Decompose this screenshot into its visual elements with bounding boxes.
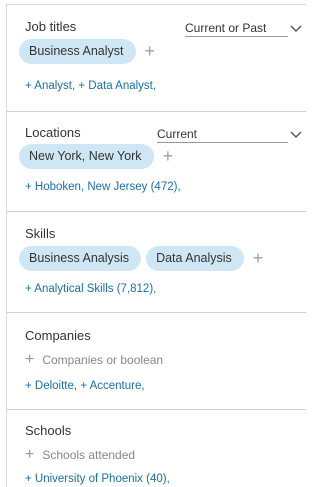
locations-chips: New York, New York +: [19, 144, 173, 169]
companies-placeholder: Companies or boolean: [42, 353, 164, 367]
suggestion-link[interactable]: + Hoboken, New Jersey (472),: [25, 181, 181, 193]
locations-section: Locations Current New York, New York + +…: [7, 112, 306, 212]
locations-heading: Locations: [25, 125, 81, 140]
locations-timeframe-value: Current: [157, 127, 198, 141]
job-titles-suggestions: + Analyst, + Data Analyst,: [25, 80, 156, 92]
job-titles-heading: Job titles: [25, 19, 77, 34]
suggestion-link[interactable]: + Analyst,: [25, 80, 75, 92]
companies-heading: Companies: [25, 328, 91, 343]
suggestion-link[interactable]: + Accenture,: [80, 380, 144, 392]
schools-suggestions: + University of Phoenix (40),: [25, 473, 170, 485]
skills-chips: Business Analysis Data Analysis +: [19, 246, 263, 271]
plus-icon: +: [25, 351, 35, 368]
suggestion-link[interactable]: + University of Phoenix (40),: [25, 473, 170, 485]
companies-input[interactable]: + Companies or boolean: [25, 352, 163, 368]
chevron-down-icon[interactable]: [289, 22, 303, 36]
search-filters-panel: Job titles Current or Past Business Anal…: [6, 4, 306, 487]
job-titles-timeframe-value: Current or Past: [185, 21, 267, 35]
add-skill-icon[interactable]: +: [253, 246, 264, 271]
job-titles-section: Job titles Current or Past Business Anal…: [7, 5, 306, 112]
schools-heading: Schools: [25, 423, 72, 438]
suggestion-link[interactable]: + Data Analyst,: [78, 80, 156, 92]
locations-suggestions: + Hoboken, New Jersey (472),: [25, 181, 181, 193]
schools-input[interactable]: + Schools attended: [25, 447, 135, 463]
chevron-down-icon[interactable]: [289, 128, 303, 142]
job-title-chip[interactable]: Business Analyst: [19, 39, 136, 64]
skills-section: Skills Business Analysis Data Analysis +…: [7, 212, 306, 313]
skills-suggestions: + Analytical Skills (7,812),: [25, 283, 156, 295]
schools-section: Schools + Schools attended + University …: [7, 410, 306, 487]
plus-icon: +: [25, 446, 35, 463]
companies-section: Companies + Companies or boolean + Deloi…: [7, 313, 306, 410]
skills-heading: Skills: [25, 226, 56, 241]
schools-placeholder: Schools attended: [42, 448, 136, 462]
suggestion-link[interactable]: + Analytical Skills (7,812),: [25, 283, 156, 295]
job-titles-chips: Business Analyst +: [19, 39, 155, 64]
job-titles-timeframe-dropdown[interactable]: Current or Past: [185, 21, 288, 37]
companies-suggestions: + Deloitte, + Accenture,: [25, 380, 145, 392]
add-location-icon[interactable]: +: [163, 144, 174, 169]
skill-chip[interactable]: Business Analysis: [19, 246, 142, 271]
locations-timeframe-dropdown[interactable]: Current: [157, 127, 288, 143]
location-chip[interactable]: New York, New York: [19, 144, 154, 169]
skill-chip[interactable]: Data Analysis: [146, 246, 244, 271]
add-job-title-icon[interactable]: +: [145, 39, 156, 64]
suggestion-link[interactable]: + Deloitte,: [25, 380, 77, 392]
